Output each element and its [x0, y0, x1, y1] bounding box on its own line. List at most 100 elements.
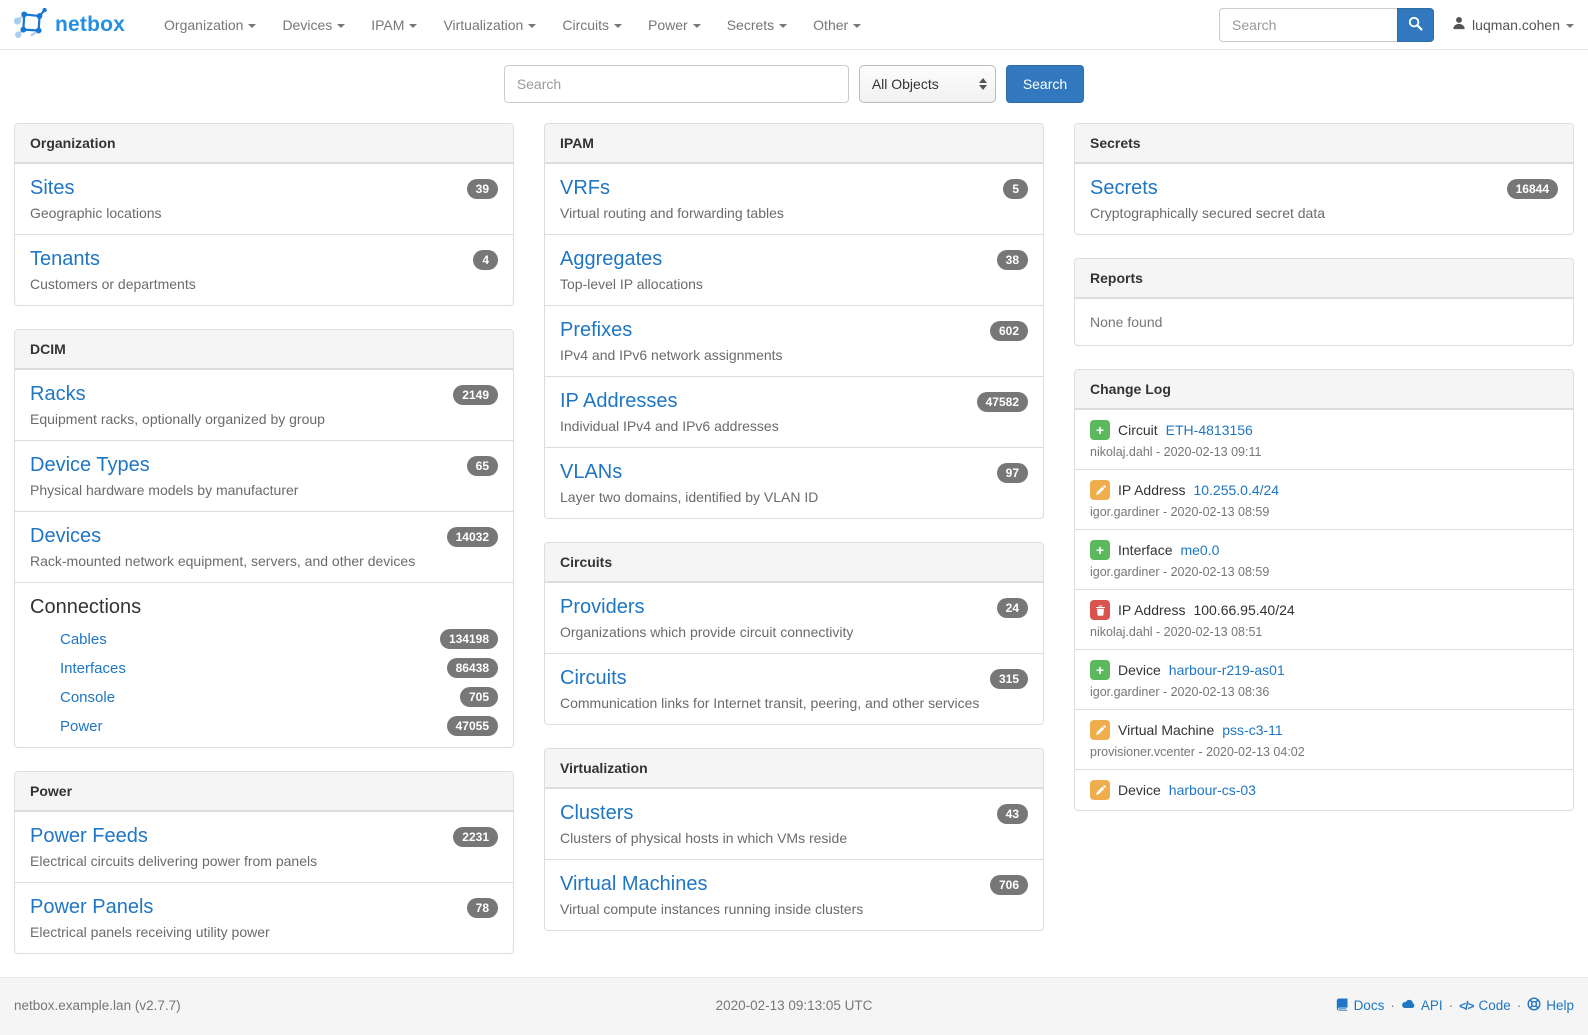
tenants-desc: Customers or departments	[30, 275, 196, 294]
user-icon	[1452, 16, 1466, 33]
power-panels-count-badge: 78	[467, 898, 498, 918]
aggregates-link[interactable]: Aggregates	[560, 246, 703, 272]
column-right: Secrets Secrets Cryptographically secure…	[1074, 123, 1574, 834]
tenants-link[interactable]: Tenants	[30, 246, 196, 272]
connections-row-console: Console 705	[30, 687, 498, 707]
device-types-link[interactable]: Device Types	[30, 452, 298, 478]
ip-addresses-desc: Individual IPv4 and IPv6 addresses	[560, 417, 779, 436]
prefixes-count-badge: 602	[990, 321, 1028, 341]
footer-hostname: netbox.example.lan (v2.7.7)	[14, 998, 534, 1013]
created-icon: +	[1090, 420, 1110, 440]
menu-organization[interactable]: Organization	[151, 0, 269, 50]
help-link[interactable]: Help	[1527, 997, 1574, 1014]
top-navbar: netbox Organization Devices IPAM Virtual…	[0, 0, 1588, 50]
menu-devices[interactable]: Devices	[269, 0, 358, 50]
devices-link[interactable]: Devices	[30, 523, 415, 549]
secrets-link[interactable]: Secrets	[1090, 175, 1325, 201]
racks-link[interactable]: Racks	[30, 381, 325, 407]
panel-virtualization-title: Virtualization	[545, 749, 1043, 788]
separator: ·	[1449, 998, 1454, 1013]
racks-desc: Equipment racks, optionally organized by…	[30, 410, 325, 429]
providers-link[interactable]: Providers	[560, 594, 853, 620]
search-scope-select[interactable]: All Objects	[859, 65, 996, 103]
menu-ipam[interactable]: IPAM	[358, 0, 430, 50]
secrets-count-badge: 16844	[1507, 179, 1558, 199]
navbar-search	[1219, 8, 1434, 42]
ip-addresses-link[interactable]: IP Addresses	[560, 388, 779, 414]
vrfs-link[interactable]: VRFs	[560, 175, 784, 201]
cables-count-badge: 134198	[440, 629, 498, 649]
changelog-type: IP Address	[1118, 602, 1185, 618]
navbar-search-input[interactable]	[1219, 8, 1397, 42]
clusters-count-badge: 43	[997, 804, 1028, 824]
changelog-object-link[interactable]: 10.255.0.4/24	[1193, 482, 1279, 498]
panel-circuits: Circuits Providers Organizations which p…	[544, 542, 1044, 725]
console-count-badge: 705	[460, 687, 498, 707]
list-item-tenants: Tenants Customers or departments 4	[15, 234, 513, 305]
virtual-machines-desc: Virtual compute instances running inside…	[560, 900, 863, 919]
menu-circuits[interactable]: Circuits	[549, 0, 635, 50]
list-item-prefixes: Prefixes IPv4 and IPv6 network assignmen…	[545, 305, 1043, 376]
cables-link[interactable]: Cables	[60, 631, 107, 648]
power-connections-link[interactable]: Power	[60, 718, 103, 735]
changelog-meta: igor.gardiner - 2020-02-13 08:36	[1090, 685, 1558, 699]
clusters-link[interactable]: Clusters	[560, 800, 847, 826]
api-link[interactable]: API	[1401, 998, 1443, 1013]
panel-organization: Organization Sites Geographic locations …	[14, 123, 514, 306]
power-feeds-desc: Electrical circuits delivering power fro…	[30, 852, 317, 871]
panel-changelog-title: Change Log	[1075, 370, 1573, 409]
vlans-link[interactable]: VLANs	[560, 459, 818, 485]
virtual-machines-link[interactable]: Virtual Machines	[560, 871, 863, 897]
code-icon: </>	[1459, 999, 1473, 1013]
panel-power: Power Power Feeds Electrical circuits de…	[14, 771, 514, 954]
sites-count-badge: 39	[467, 179, 498, 199]
panel-reports-title: Reports	[1075, 259, 1573, 298]
changelog-type: Device	[1118, 782, 1161, 798]
global-search-input[interactable]	[504, 65, 849, 103]
changelog-entry: Virtual Machine pss-c3-11 provisioner.vc…	[1075, 709, 1573, 769]
sites-link[interactable]: Sites	[30, 175, 162, 201]
chevron-down-icon	[528, 24, 536, 28]
netbox-brand[interactable]: netbox	[14, 5, 125, 44]
docs-link[interactable]: Docs	[1336, 998, 1385, 1014]
global-search-button[interactable]: Search	[1006, 65, 1084, 103]
navbar-search-button[interactable]	[1397, 8, 1434, 42]
circuits-desc: Communication links for Internet transit…	[560, 694, 979, 713]
connections-heading: Connections	[30, 594, 498, 620]
circuits-link[interactable]: Circuits	[560, 665, 979, 691]
changelog-object-link[interactable]: me0.0	[1180, 542, 1219, 558]
interfaces-link[interactable]: Interfaces	[60, 660, 126, 677]
changelog-type: Circuit	[1118, 422, 1158, 438]
list-item-providers: Providers Organizations which provide ci…	[545, 582, 1043, 653]
power-panels-link[interactable]: Power Panels	[30, 894, 270, 920]
dashboard-content: Organization Sites Geographic locations …	[0, 123, 1588, 977]
changelog-object-link[interactable]: harbour-cs-03	[1169, 782, 1256, 798]
changelog-object-link[interactable]: ETH-4813156	[1166, 422, 1253, 438]
aggregates-count-badge: 38	[997, 250, 1028, 270]
power-feeds-count-badge: 2231	[453, 827, 498, 847]
menu-other[interactable]: Other	[800, 0, 874, 50]
list-item-secrets: Secrets Cryptographically secured secret…	[1075, 163, 1573, 234]
panel-dcim-title: DCIM	[15, 330, 513, 369]
prefixes-link[interactable]: Prefixes	[560, 317, 783, 343]
providers-desc: Organizations which provide circuit conn…	[560, 623, 853, 642]
device-types-desc: Physical hardware models by manufacturer	[30, 481, 298, 500]
panel-circuits-title: Circuits	[545, 543, 1043, 582]
code-link[interactable]: </> Code	[1459, 998, 1511, 1013]
panel-reports: Reports None found	[1074, 258, 1574, 346]
menu-virtualization[interactable]: Virtualization	[430, 0, 549, 50]
power-feeds-link[interactable]: Power Feeds	[30, 823, 317, 849]
menu-power[interactable]: Power	[635, 0, 714, 50]
global-search-bar: All Objects Search	[0, 65, 1588, 103]
user-menu[interactable]: luqman.cohen	[1452, 16, 1574, 33]
changelog-type: Device	[1118, 662, 1161, 678]
changelog-object-link[interactable]: pss-c3-11	[1222, 722, 1282, 738]
created-icon: +	[1090, 540, 1110, 560]
changelog-object-link[interactable]: harbour-r219-as01	[1169, 662, 1285, 678]
brand-name: netbox	[55, 13, 125, 37]
console-link[interactable]: Console	[60, 689, 115, 706]
chevron-down-icon	[779, 24, 787, 28]
changelog-meta: provisioner.vcenter - 2020-02-13 04:02	[1090, 745, 1558, 759]
changelog-type: Virtual Machine	[1118, 722, 1214, 738]
menu-secrets[interactable]: Secrets	[714, 0, 800, 50]
